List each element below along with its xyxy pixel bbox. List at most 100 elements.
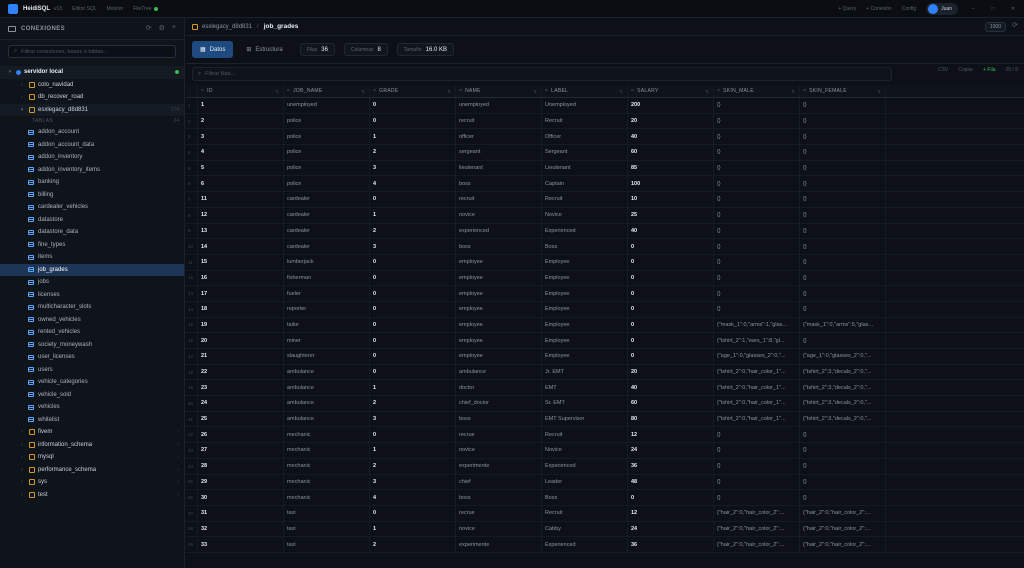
table-cell[interactable]: 0 [370, 192, 456, 207]
table-cell[interactable]: {} [800, 223, 886, 239]
table-cell[interactable]: Leader [542, 474, 628, 490]
table-cell[interactable]: Recruit [542, 427, 628, 443]
table-cell[interactable]: Boss [542, 239, 628, 254]
table-item[interactable]: banking [0, 176, 184, 189]
table-cell[interactable]: recruit [456, 113, 542, 129]
table-cell[interactable]: 0 [628, 490, 714, 505]
add-icon[interactable]: + [172, 24, 176, 32]
table-cell[interactable]: Recruit [542, 192, 628, 207]
table-row[interactable]: 13 17 fueler 0 employee Employee 0{}{} [186, 286, 1024, 302]
table-cell[interactable]: {} [800, 145, 886, 160]
table-row[interactable]: 3 3 police 1 officer Officer 40{}{} [186, 129, 1024, 146]
table-cell[interactable]: Employee [542, 286, 628, 301]
table-cell[interactable]: recruit [456, 192, 542, 207]
table-cell[interactable]: {"hair_2":0,"hair_color_2":... [714, 521, 800, 537]
table-cell[interactable]: boss [456, 176, 542, 192]
table-cell[interactable]: Recruit [542, 113, 628, 129]
table-row[interactable]: 25 29 mechanic 3 chief Leader 48{}{} [186, 474, 1024, 491]
table-cell[interactable]: 1 [370, 380, 456, 396]
config-button[interactable]: Config [902, 6, 916, 12]
column-header[interactable]: ⌗ SKIN_FEMALE ⇅ [800, 85, 886, 97]
table-cell[interactable]: ambulance [284, 396, 370, 411]
table-row[interactable]: 20 24 ambulance 2 chief_doctor Sr. EMT 60 {"tsh… [186, 396, 1024, 412]
table-cell[interactable]: {"age_1":0,"glasses_2":0,"... [800, 349, 886, 364]
table-item[interactable]: addon_inventory_items [0, 164, 184, 177]
table-cell[interactable]: 2 [370, 145, 456, 160]
table-cell[interactable]: {} [714, 160, 800, 176]
table-cell[interactable]: {} [714, 270, 800, 286]
table-cell[interactable]: ambulance [284, 411, 370, 427]
table-cell[interactable]: fisherman [284, 270, 370, 286]
table-cell[interactable]: 0 [628, 286, 714, 301]
table-cell[interactable]: Employee [542, 317, 628, 333]
minimize-icon[interactable]: – [968, 6, 978, 12]
table-cell[interactable]: Novice [542, 443, 628, 458]
table-cell[interactable]: {"mask_1":0,"arms":5,"glas... [800, 317, 886, 333]
table-item[interactable]: licenses [0, 289, 184, 302]
table-cell[interactable]: experienced [456, 223, 542, 239]
db-item[interactable]: › test › [0, 489, 184, 502]
table-cell[interactable]: 3 [370, 411, 456, 427]
table-cell[interactable]: {} [800, 286, 886, 301]
table-cell[interactable]: {"hair_2":0,"hair_color_2":... [714, 505, 800, 521]
table-cell[interactable]: employee [456, 270, 542, 286]
table-cell[interactable]: {} [800, 490, 886, 505]
table-cell[interactable]: 3 [198, 129, 284, 145]
table-cell[interactable]: {} [714, 129, 800, 145]
table-item[interactable]: addon_account_data [0, 139, 184, 152]
db-item[interactable]: › information_schema › [0, 439, 184, 452]
table-cell[interactable]: Experienced [542, 537, 628, 552]
table-cell[interactable]: {"age_1":0,"glasses_2":0,"... [714, 349, 800, 364]
table-cell[interactable]: 0 [370, 333, 456, 348]
table-cell[interactable]: 0 [370, 286, 456, 301]
table-item[interactable]: users [0, 364, 184, 377]
table-cell[interactable]: boss [456, 490, 542, 505]
settings-icon[interactable]: ⚙ [159, 24, 165, 32]
table-row[interactable]: 10 14 cardealer 3 boss Boss 0{}{} [186, 239, 1024, 255]
table-cell[interactable]: 48 [628, 474, 714, 490]
table-cell[interactable]: police [284, 113, 370, 129]
table-cell[interactable]: 0 [628, 317, 714, 333]
table-row[interactable]: 24 28 mechanic 2 experimente Experienced 36{}{… [186, 458, 1024, 475]
table-cell[interactable]: 1 [370, 129, 456, 145]
new-connection-button[interactable]: + Conexión [866, 6, 891, 12]
table-cell[interactable]: lumberjack [284, 254, 370, 270]
table-cell[interactable]: {"tshirt_2":3,"decals_2":0,"... [800, 411, 886, 427]
table-item[interactable]: vehicle_sold [0, 389, 184, 402]
table-cell[interactable]: 25 [628, 207, 714, 223]
table-cell[interactable]: 23 [198, 380, 284, 396]
table-cell[interactable]: {} [800, 270, 886, 286]
table-cell[interactable]: 16 [198, 270, 284, 286]
table-row[interactable]: 16 20 miner 0 employee Employee 0 {"tshirt_2":1… [186, 333, 1024, 349]
table-item[interactable]: datastore_data [0, 226, 184, 239]
table-cell[interactable]: {} [714, 176, 800, 192]
table-cell[interactable]: {} [714, 286, 800, 301]
table-cell[interactable]: {"hair_2":0,"hair_color_2":... [800, 521, 886, 537]
table-cell[interactable]: 31 [198, 505, 284, 521]
table-cell[interactable]: 80 [628, 411, 714, 427]
table-row[interactable]: 11 15 lumberjack 0 employee Employee 0{}{} [186, 254, 1024, 271]
table-cell[interactable]: taxi [284, 537, 370, 552]
db-item[interactable]: › db_recover_road [0, 91, 184, 104]
table-cell[interactable]: {} [800, 176, 886, 192]
table-cell[interactable]: 0 [370, 98, 456, 113]
table-cell[interactable]: 12 [628, 427, 714, 443]
table-cell[interactable]: 11 [198, 192, 284, 207]
nav-filetree[interactable]: FileTree [133, 6, 159, 12]
table-item[interactable]: job_grades [0, 263, 184, 276]
table-cell[interactable]: 100 [628, 176, 714, 192]
tab-estructura[interactable]: ⊞ Estructura [238, 41, 290, 58]
table-item[interactable]: billing [0, 189, 184, 202]
column-header[interactable]: ⌗ SKIN_MALE ⇅ [714, 85, 800, 97]
table-row[interactable]: 4 4 police 2 sergeant Sergeant 60{}{} [186, 145, 1024, 161]
table-cell[interactable]: officer [456, 129, 542, 145]
table-cell[interactable]: recrue [456, 427, 542, 443]
table-cell[interactable]: 33 [198, 537, 284, 552]
table-cell[interactable]: 29 [198, 474, 284, 490]
close-icon[interactable]: ✕ [1008, 6, 1018, 12]
table-cell[interactable]: {"tshirt_2":0,"hair_color_1"... [714, 364, 800, 380]
table-item[interactable]: society_moneywash [0, 339, 184, 352]
table-cell[interactable]: 0 [628, 333, 714, 348]
table-cell[interactable]: 0 [628, 254, 714, 270]
table-cell[interactable]: 20 [628, 113, 714, 129]
